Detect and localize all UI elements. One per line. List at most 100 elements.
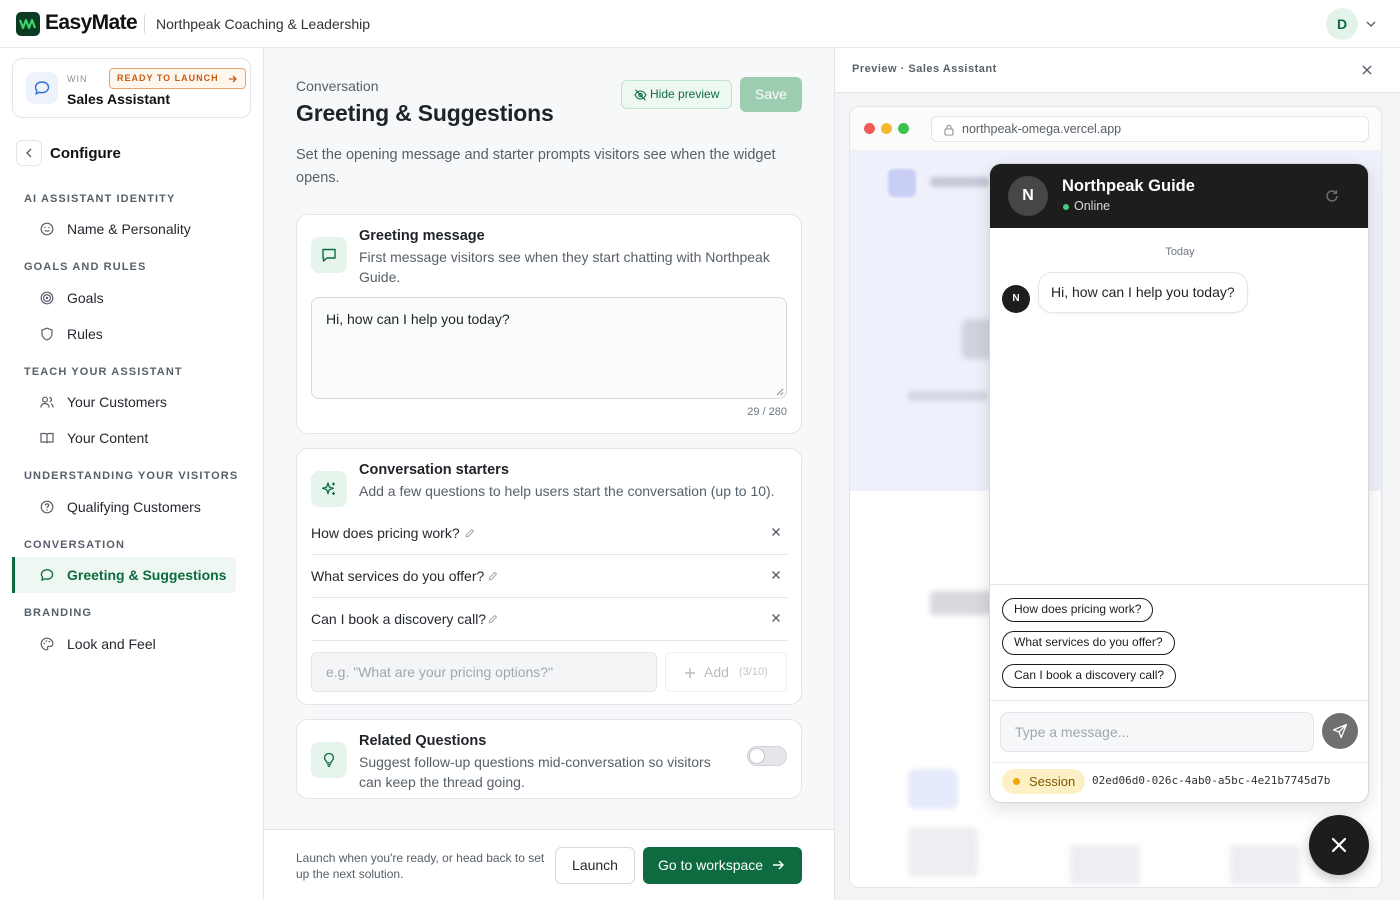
resize-handle-icon[interactable] <box>776 388 784 396</box>
chat-message-input[interactable]: Type a message... <box>1000 712 1314 752</box>
starter-count: (3/10) <box>739 666 768 678</box>
remove-starter-icon[interactable] <box>771 527 781 537</box>
shield-icon <box>40 327 54 341</box>
help-circle-icon <box>40 500 54 514</box>
session-status-dot <box>1013 778 1020 785</box>
footer-text: Launch when you're ready, or head back t… <box>296 851 545 881</box>
website-text-blurred <box>908 391 988 401</box>
chat-header: N Northpeak Guide Online <box>990 164 1368 228</box>
arrow-right-icon <box>228 75 237 83</box>
chat-day-divider: Today <box>1165 246 1195 258</box>
top-bar: EasyMate Northpeak Coaching & Leadership… <box>0 0 1400 48</box>
sidebar-item-label: Qualifying Customers <box>67 499 201 515</box>
website-text-blurred <box>930 177 990 187</box>
starter-item[interactable]: Can I book a discovery call? <box>311 598 787 641</box>
suggestion-chips: How does pricing work? What services do … <box>990 584 1368 700</box>
close-icon <box>1331 837 1347 853</box>
chat-bubble-icon <box>26 72 58 104</box>
sidebar: WIN READY TO LAUNCH Sales Assistant Conf… <box>0 48 264 900</box>
section-branding: BRANDING <box>24 607 93 619</box>
section-ai-assistant-identity: AI ASSISTANT IDENTITY <box>24 193 176 205</box>
pencil-icon[interactable] <box>488 571 498 581</box>
greeting-message-value: Hi, how can I help you today? <box>326 311 510 327</box>
sidebar-item-label: Name & Personality <box>67 221 191 237</box>
suggestion-chip[interactable]: How does pricing work? <box>1002 598 1154 622</box>
sparkles-icon <box>311 471 347 507</box>
close-preview-icon[interactable] <box>1361 64 1373 76</box>
starter-text: How does pricing work? <box>311 525 460 541</box>
section-understanding-your-visitors: UNDERSTANDING YOUR VISITORS <box>24 470 239 482</box>
arrow-right-icon <box>773 860 784 870</box>
solution-name: Sales Assistant <box>67 91 170 107</box>
sidebar-item-qualifying-customers[interactable]: Qualifying Customers <box>12 489 236 525</box>
chat-bubble-icon <box>40 568 54 582</box>
solution-card[interactable]: WIN READY TO LAUNCH Sales Assistant <box>12 58 251 118</box>
chat-composer: Type a message... <box>990 700 1368 762</box>
window-minimize-dot <box>881 123 892 134</box>
sidebar-item-label: Your Customers <box>67 394 167 410</box>
chat-launcher-close-button[interactable] <box>1309 815 1369 875</box>
starter-item[interactable]: What services do you offer? <box>311 555 787 598</box>
palette-icon <box>40 637 54 651</box>
starters-subtitle: Add a few questions to help users start … <box>359 483 775 499</box>
page-title: Greeting & Suggestions <box>296 100 554 126</box>
save-button[interactable]: Save <box>740 77 802 112</box>
eye-off-icon <box>634 89 647 101</box>
session-bar: Session 02ed06d0-026c-4ab0-a5bc-4e21b774… <box>990 762 1368 802</box>
remove-starter-icon[interactable] <box>771 570 781 580</box>
greeting-char-count: 29 / 280 <box>747 406 787 418</box>
sidebar-item-your-content[interactable]: Your Content <box>12 420 236 456</box>
sidebar-item-label: Greeting & Suggestions <box>67 567 227 583</box>
sidebar-item-goals[interactable]: Goals <box>12 280 236 316</box>
go-to-workspace-button[interactable]: Go to workspace <box>643 847 802 884</box>
pencil-icon[interactable] <box>488 614 498 624</box>
bot-name: Northpeak Guide <box>1062 177 1195 195</box>
related-questions-title: Related Questions <box>359 733 487 749</box>
message-square-icon <box>311 237 347 273</box>
launch-button[interactable]: Launch <box>555 847 635 884</box>
ready-to-launch-badge[interactable]: READY TO LAUNCH <box>109 68 246 89</box>
website-feature-icon-blurred <box>908 769 958 809</box>
online-status-dot <box>1063 204 1069 210</box>
pencil-icon[interactable] <box>465 528 475 538</box>
suggestion-chip[interactable]: Can I book a discovery call? <box>1002 664 1177 688</box>
lock-icon <box>944 124 954 136</box>
footer-bar: Launch when you're ready, or head back t… <box>264 829 834 900</box>
sidebar-item-look-and-feel[interactable]: Look and Feel <box>12 626 236 662</box>
sidebar-item-rules[interactable]: Rules <box>12 316 236 352</box>
suggestion-chip[interactable]: What services do you offer? <box>1002 631 1175 655</box>
book-icon <box>40 431 54 445</box>
sidebar-item-your-customers[interactable]: Your Customers <box>12 384 236 420</box>
new-starter-input[interactable]: e.g. "What are your pricing options?" <box>311 652 657 692</box>
sidebar-item-label: Rules <box>67 326 103 342</box>
starters-title: Conversation starters <box>359 462 509 478</box>
bot-avatar: N <box>1008 176 1048 216</box>
remove-starter-icon[interactable] <box>771 613 781 623</box>
back-button[interactable] <box>16 140 42 166</box>
section-conversation: CONVERSATION <box>24 539 126 551</box>
send-icon <box>1332 723 1348 739</box>
hide-preview-button[interactable]: Hide preview <box>621 80 732 109</box>
brand-name[interactable]: EasyMate <box>45 11 138 35</box>
greeting-card: Greeting message First message visitors … <box>296 214 802 434</box>
easymate-logo-icon[interactable] <box>16 12 40 36</box>
breadcrumb: Conversation <box>296 78 379 94</box>
refresh-icon[interactable] <box>1324 188 1340 204</box>
send-button[interactable] <box>1322 713 1358 749</box>
section-goals-and-rules: GOALS AND RULES <box>24 261 147 273</box>
related-questions-toggle[interactable] <box>747 746 787 766</box>
session-label: Session <box>1029 774 1076 789</box>
greeting-message-textarea[interactable]: Hi, how can I help you today? <box>311 297 787 399</box>
user-avatar[interactable]: D <box>1326 8 1358 40</box>
preview-title: Preview · Sales Assistant <box>852 63 997 75</box>
sidebar-item-name-personality[interactable]: Name & Personality <box>12 211 236 247</box>
session-badge: Session <box>1002 769 1086 794</box>
bot-greeting-bubble: Hi, how can I help you today? <box>1038 272 1248 313</box>
organization-name: Northpeak Coaching & Leadership <box>156 16 371 32</box>
add-starter-button[interactable]: Add (3/10) <box>665 652 787 692</box>
starter-item[interactable]: How does pricing work? <box>311 512 787 555</box>
bot-message-avatar: N <box>1002 285 1030 313</box>
sidebar-item-greeting-suggestions[interactable]: Greeting & Suggestions <box>12 557 236 593</box>
address-bar[interactable]: northpeak-omega.vercel.app <box>931 116 1369 142</box>
chevron-down-icon[interactable] <box>1366 19 1376 29</box>
